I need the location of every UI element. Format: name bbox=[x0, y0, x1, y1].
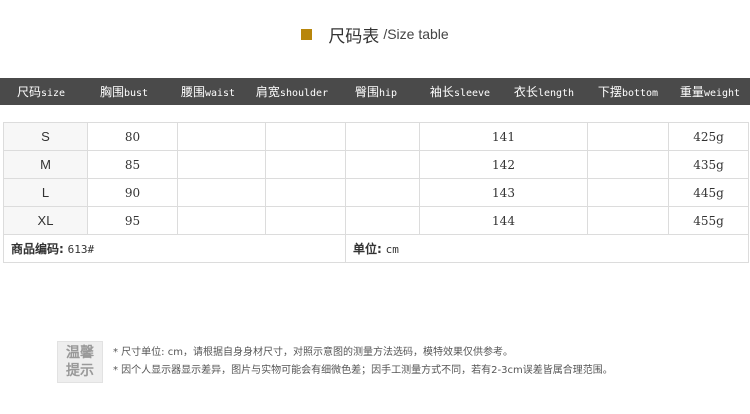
product-code-value: 613# bbox=[67, 243, 95, 256]
cell-waist bbox=[177, 150, 266, 179]
cell-shoulder bbox=[265, 206, 346, 235]
table-row: M 85 142 435g bbox=[3, 150, 749, 179]
cell-hip bbox=[345, 122, 420, 151]
table-footer-row: 商品编码: 613# 单位: cm bbox=[3, 234, 749, 263]
table-header-bar: 尺码size 胸围bust 腰围waist 肩宽shoulder 臀围hip 袖… bbox=[0, 78, 750, 105]
note-line-1: * 尺寸单位: cm，请根据自身身材尺寸，对照示意图的测量方法选码，模特效果仅供… bbox=[113, 347, 513, 358]
unit-label: 单位: bbox=[353, 242, 382, 256]
cell-shoulder bbox=[265, 150, 346, 179]
note-line-2: * 因个人显示器显示差异，图片与实物可能会有细微色差；因手工测量方式不同，若有2… bbox=[113, 365, 613, 376]
cell-hip bbox=[345, 206, 420, 235]
cell-size: XL bbox=[3, 206, 88, 235]
product-code-cell: 商品编码: 613# bbox=[3, 234, 346, 263]
cell-length: 144 bbox=[419, 206, 588, 235]
cell-shoulder bbox=[265, 122, 346, 151]
cell-hip bbox=[345, 150, 420, 179]
header-shoulder: 肩宽shoulder bbox=[255, 85, 329, 99]
header-bust: 胸围bust bbox=[99, 85, 149, 99]
product-code-label: 商品编码: bbox=[11, 242, 64, 256]
size-table: S 80 141 425g M 85 142 435g L 90 143 445… bbox=[3, 122, 749, 263]
cell-length: 143 bbox=[419, 178, 588, 207]
table-row: S 80 141 425g bbox=[3, 122, 749, 151]
header-hip: 臀围hip bbox=[354, 85, 398, 99]
header-length: 衣长length bbox=[513, 85, 575, 99]
cell-bust: 80 bbox=[87, 122, 178, 151]
cell-waist bbox=[177, 122, 266, 151]
cell-weight: 435g bbox=[668, 150, 749, 179]
cell-weight: 445g bbox=[668, 178, 749, 207]
notes-section: 温馨 提示 * 尺寸单位: cm，请根据自身身材尺寸，对照示意图的测量方法选码，… bbox=[57, 341, 613, 383]
cell-hip bbox=[345, 178, 420, 207]
table-row: L 90 143 445g bbox=[3, 178, 749, 207]
cell-bust: 95 bbox=[87, 206, 178, 235]
header-bottom: 下摆bottom bbox=[597, 85, 659, 99]
cell-weight: 455g bbox=[668, 206, 749, 235]
table-row: XL 95 144 455g bbox=[3, 206, 749, 235]
page-title: 尺码表 /Size table bbox=[0, 20, 750, 48]
notes-badge-top: 温馨 bbox=[66, 345, 94, 361]
cell-bust: 90 bbox=[87, 178, 178, 207]
notes-badge: 温馨 提示 bbox=[57, 341, 103, 383]
cell-shoulder bbox=[265, 178, 346, 207]
notes-badge-bottom: 提示 bbox=[66, 363, 94, 379]
cell-weight: 425g bbox=[668, 122, 749, 151]
cell-length: 141 bbox=[419, 122, 588, 151]
cell-bottom bbox=[587, 206, 669, 235]
cell-size: S bbox=[3, 122, 88, 151]
header-weight: 重量weight bbox=[679, 85, 741, 99]
title-square-icon bbox=[301, 28, 313, 40]
header-size: 尺码size bbox=[16, 85, 66, 99]
cell-bottom bbox=[587, 178, 669, 207]
title-chinese: 尺码表 bbox=[328, 26, 380, 47]
cell-bottom bbox=[587, 150, 669, 179]
title-english: /Size table bbox=[383, 26, 449, 42]
cell-size: M bbox=[3, 150, 88, 179]
unit-cell: 单位: cm bbox=[345, 234, 749, 263]
notes-text: * 尺寸单位: cm，请根据自身身材尺寸，对照示意图的测量方法选码，模特效果仅供… bbox=[113, 344, 613, 380]
cell-waist bbox=[177, 178, 266, 207]
cell-length: 142 bbox=[419, 150, 588, 179]
cell-waist bbox=[177, 206, 266, 235]
cell-size: L bbox=[3, 178, 88, 207]
unit-value: cm bbox=[385, 243, 399, 256]
cell-bottom bbox=[587, 122, 669, 151]
header-sleeve: 袖长sleeve bbox=[429, 85, 491, 99]
header-waist: 腰围waist bbox=[180, 85, 236, 99]
cell-bust: 85 bbox=[87, 150, 178, 179]
